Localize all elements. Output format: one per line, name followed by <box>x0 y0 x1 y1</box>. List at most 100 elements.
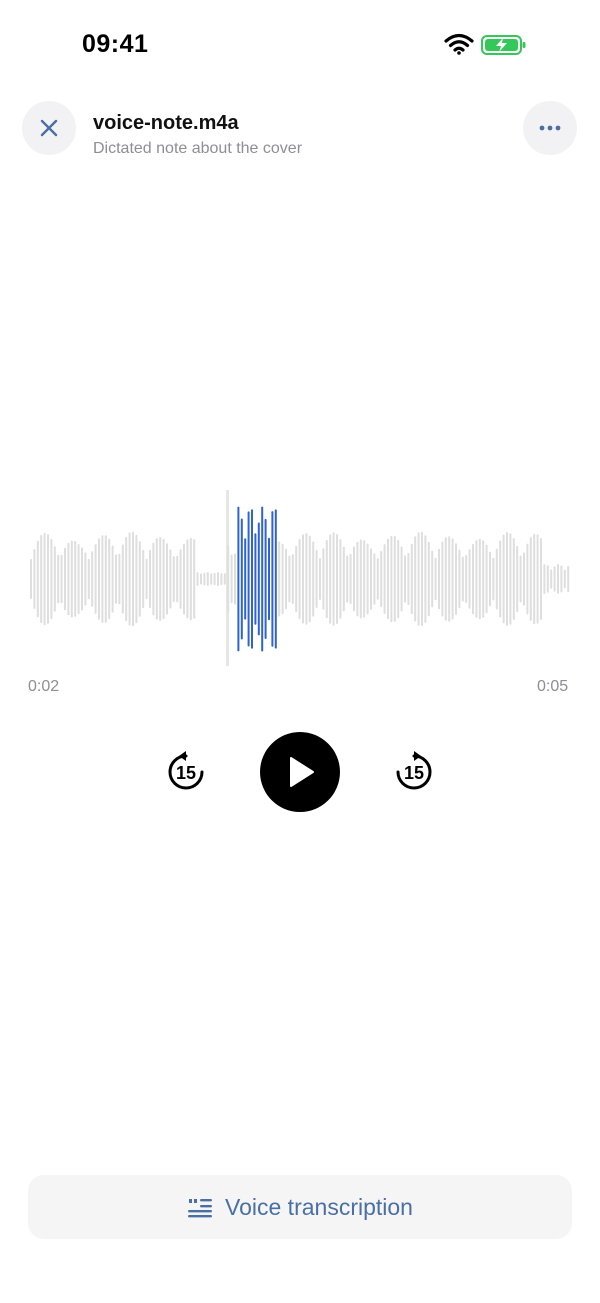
waveform-bar <box>121 544 124 614</box>
waveform-bar <box>417 532 420 626</box>
waveform-bar <box>237 506 240 652</box>
waveform-bar <box>179 549 182 609</box>
waveform-bar <box>281 543 284 615</box>
waveform-bar <box>53 546 56 612</box>
waveform-bar <box>98 538 100 620</box>
waveform-bar <box>244 538 247 620</box>
waveform-bar <box>152 542 155 616</box>
play-button[interactable] <box>260 732 340 812</box>
waveform-bar <box>455 543 457 615</box>
waveform-bar <box>298 538 301 620</box>
waveform-bar <box>135 534 138 624</box>
waveform-bar <box>166 543 168 615</box>
skip-back-15-icon: 15 <box>168 751 204 790</box>
waveform-bar <box>543 564 546 594</box>
close-button[interactable] <box>22 101 76 155</box>
waveform-bar <box>359 539 362 619</box>
waveform-bar <box>465 555 468 603</box>
waveform-bar <box>172 556 175 602</box>
waveform-bar <box>336 534 338 624</box>
waveform-bar <box>363 540 366 618</box>
waveform-bar <box>427 541 430 617</box>
waveform-bar <box>380 551 383 608</box>
waveform-bar <box>118 553 121 605</box>
skip-back-button[interactable]: 15 <box>164 750 208 794</box>
waveform-bar <box>458 549 461 609</box>
waveform-bar <box>40 534 43 624</box>
voice-transcription-button[interactable]: Voice transcription <box>28 1175 572 1239</box>
status-time: 09:41 <box>82 30 149 58</box>
waveform-bar <box>149 549 151 609</box>
waveform-bar <box>186 539 189 619</box>
waveform-bar <box>485 544 488 614</box>
waveform-bar <box>240 518 243 640</box>
waveform-bar <box>349 553 352 605</box>
waveform-bar <box>509 533 512 625</box>
waveform-bar <box>155 538 158 620</box>
waveform-bar <box>319 558 321 600</box>
total-time: 0:05 <box>537 678 569 695</box>
waveform-bar <box>482 540 485 618</box>
waveform-bar <box>536 534 539 624</box>
skip-back-label: 15 <box>176 763 196 783</box>
playback-controls: 15 15 <box>0 730 600 814</box>
skip-forward-button[interactable]: 15 <box>392 750 436 794</box>
skip-forward-15-icon: 15 <box>396 751 432 790</box>
waveform-bar <box>495 548 498 610</box>
waveform-bar <box>529 537 532 621</box>
waveform-bar <box>30 559 32 599</box>
battery-charging-icon <box>481 34 527 61</box>
waveform-bar <box>111 545 114 613</box>
waveform-bar <box>526 543 529 615</box>
waveform-bar <box>353 546 355 612</box>
waveform-bar <box>370 548 372 610</box>
waveform-bar <box>104 535 107 623</box>
waveform-bar <box>227 545 230 613</box>
waveform-bar <box>132 531 134 627</box>
waveform-bar <box>108 538 111 620</box>
waveform-bar <box>87 558 90 600</box>
waveform-bar <box>217 572 219 586</box>
waveform-bar <box>223 573 226 585</box>
waveform-bar <box>502 534 505 624</box>
more-options-button[interactable] <box>523 101 577 155</box>
waveform-bar <box>516 545 519 613</box>
waveform-bar <box>84 552 87 606</box>
waveform-bar <box>189 537 192 621</box>
waveform-bar <box>557 564 559 594</box>
waveform-scrubber[interactable] <box>0 480 600 680</box>
waveform-bar <box>213 572 216 586</box>
current-time: 0:02 <box>28 678 60 695</box>
waveform-bar <box>387 538 389 620</box>
voice-transcription-label: Voice transcription <box>225 1193 413 1220</box>
play-icon <box>290 757 314 787</box>
waveform-bar <box>36 540 39 618</box>
waveform-bar <box>346 555 349 603</box>
waveform-bar <box>444 537 447 621</box>
waveform-bar <box>332 532 335 626</box>
status-bar: 09:41 <box>0 0 600 90</box>
waveform-bar <box>560 565 563 593</box>
waveform-bar <box>162 538 165 620</box>
waveform-bar <box>339 539 342 619</box>
waveform-bar <box>125 536 128 622</box>
waveform-bar <box>115 554 117 604</box>
waveform-bar <box>183 543 185 615</box>
waveform-bar <box>268 537 270 621</box>
waveform-bar <box>451 538 454 620</box>
waveform-bar <box>325 539 328 619</box>
waveform-bar <box>203 572 206 586</box>
waveform-bar <box>64 547 66 611</box>
ellipsis-icon <box>539 125 561 131</box>
waveform-bar <box>305 533 308 625</box>
waveform-bar <box>94 544 97 614</box>
waveform-bar <box>264 518 267 639</box>
waveform-bar <box>295 545 298 613</box>
waveform-bar <box>77 544 80 615</box>
waveform-bar <box>376 558 379 600</box>
waveform-bar <box>196 572 199 586</box>
waveform-bar <box>431 550 434 608</box>
header: voice-note.m4a Dictated note about the c… <box>0 100 600 160</box>
waveform-bar <box>322 548 325 610</box>
waveform-bar <box>414 536 417 622</box>
